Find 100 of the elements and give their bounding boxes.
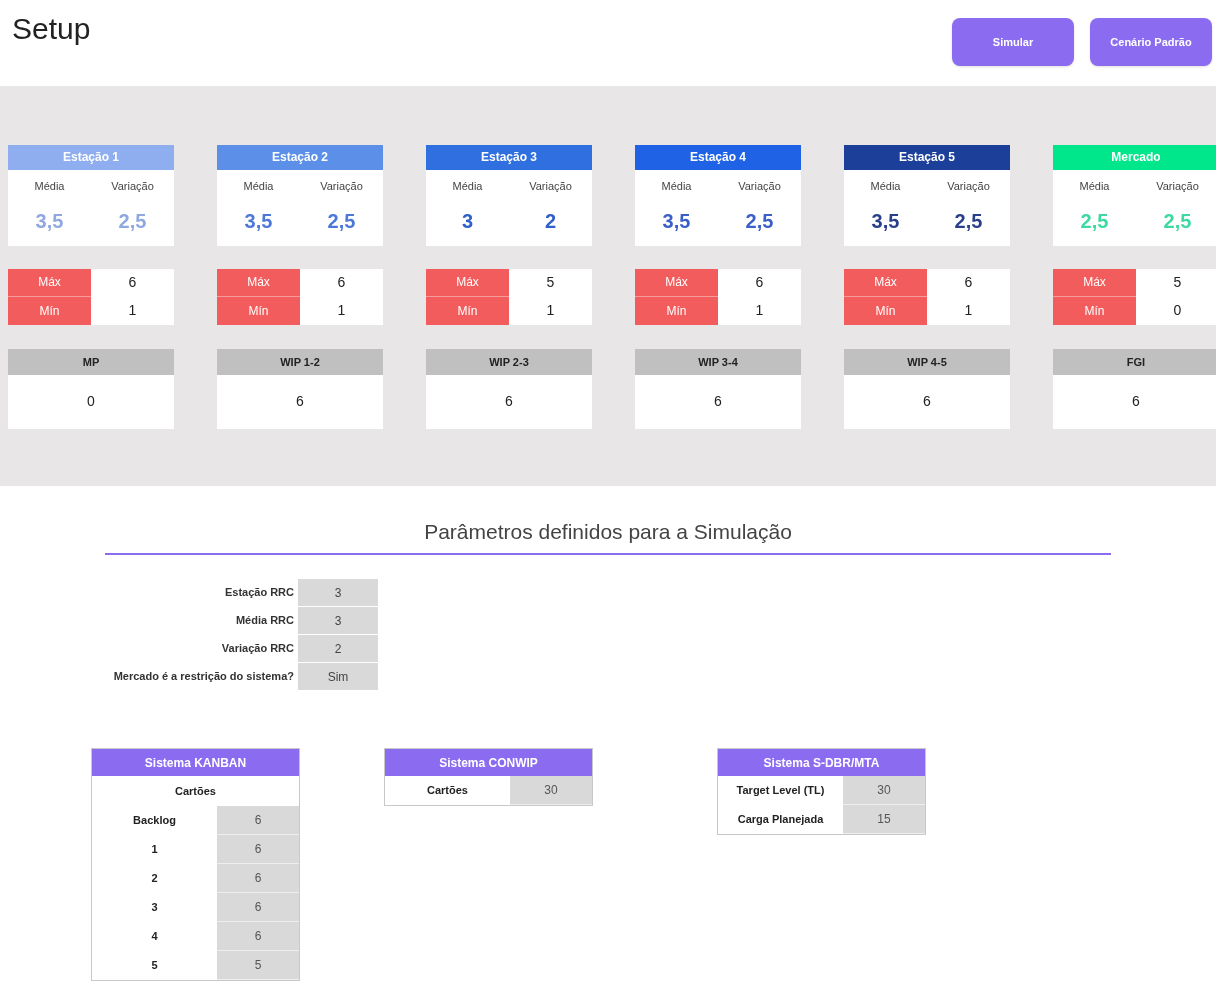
parameter-label: Estação RRC (223, 585, 295, 601)
system-header: Sistema KANBAN (92, 749, 299, 776)
stat-label: Variação (320, 178, 363, 194)
buffer-header: MP (8, 348, 174, 375)
buffer-value: 6 (426, 374, 592, 429)
stat-label: Variação (947, 178, 990, 194)
stat-value: 2,5 (118, 209, 147, 235)
parameter-label: Variação RRC (220, 641, 295, 657)
limit-label: Mín (8, 296, 91, 325)
stat-value: 2,5 (745, 209, 774, 235)
action-button[interactable]: Cenário Padrão (1090, 18, 1212, 66)
limit-value: 5 (1172, 273, 1183, 293)
limit-value: 1 (963, 301, 974, 321)
row-value: 15 (843, 805, 925, 834)
buffer-header: WIP 2-3 (426, 348, 592, 375)
limit-label: Máx (426, 268, 509, 297)
station-header: Mercado (1053, 144, 1216, 170)
limit-label: Máx (8, 268, 91, 297)
row-value: 6 (217, 922, 299, 951)
row-label: Cartões (426, 783, 469, 799)
limit-value: 6 (336, 273, 347, 293)
stat-value: 3,5 (244, 209, 273, 235)
stat-label: Média (1079, 178, 1110, 194)
system-header: Sistema CONWIP (385, 749, 592, 776)
limit-value: 1 (545, 301, 556, 321)
stat-value: 3,5 (871, 209, 900, 235)
row-value: 5 (217, 951, 299, 980)
limit-value: 6 (127, 273, 138, 293)
action-button[interactable]: Simular (952, 18, 1074, 66)
limit-label: Mín (426, 296, 509, 325)
station-header: Estação 4 (635, 144, 801, 170)
stat-value: 3,5 (35, 209, 64, 235)
limit-label: Máx (1053, 268, 1136, 297)
row-label: 3 (150, 900, 159, 916)
limit-label: Mín (217, 296, 300, 325)
stat-label: Variação (738, 178, 781, 194)
limit-value: 5 (545, 273, 556, 293)
stat-label: Média (34, 178, 65, 194)
buffer-value: 6 (635, 374, 801, 429)
row-label: Target Level (TL) (735, 783, 826, 799)
station-header: Estação 2 (217, 144, 383, 170)
limit-value: 0 (1172, 301, 1183, 321)
parameter-value: 3 (298, 579, 378, 606)
limit-label: Máx (635, 268, 718, 297)
stat-label: Variação (529, 178, 572, 194)
stat-value: 2,5 (954, 209, 983, 235)
buffer-header: FGI (1053, 348, 1216, 375)
row-label: 1 (150, 842, 159, 858)
limit-label: Máx (217, 268, 300, 297)
page-title: Setup (12, 11, 91, 47)
stat-value: 3 (461, 209, 474, 235)
limit-label: Mín (844, 296, 927, 325)
parameter-label: Mercado é a restrição do sistema? (112, 669, 295, 685)
station-header: Estação 1 (8, 144, 174, 170)
row-value: 30 (510, 776, 592, 805)
stat-label: Média (243, 178, 274, 194)
row-value: 6 (217, 835, 299, 864)
limit-label: Máx (844, 268, 927, 297)
buffer-value: 6 (844, 374, 1010, 429)
limit-label: Mín (635, 296, 718, 325)
row-label: 2 (150, 871, 159, 887)
parameter-label: Média RRC (234, 613, 295, 629)
stat-value: 3,5 (662, 209, 691, 235)
system-header: Sistema S-DBR/MTA (718, 749, 925, 776)
stat-value: 2,5 (1163, 209, 1192, 235)
stat-label: Média (870, 178, 901, 194)
row-value: 6 (217, 806, 299, 835)
buffer-header: WIP 3-4 (635, 348, 801, 375)
stat-value: 2,5 (327, 209, 356, 235)
buffer-value: 6 (1053, 374, 1216, 429)
row-value: 30 (843, 776, 925, 805)
buffer-value: 6 (217, 374, 383, 429)
limit-value: 6 (754, 273, 765, 293)
station-header: Estação 3 (426, 144, 592, 170)
buffer-header: WIP 4-5 (844, 348, 1010, 375)
stat-value: 2 (544, 209, 557, 235)
buffer-header: WIP 1-2 (217, 348, 383, 375)
parameter-value: 2 (298, 635, 378, 662)
limit-label: Mín (1053, 296, 1136, 325)
row-value: 6 (217, 893, 299, 922)
row-label: Carga Planejada (736, 812, 825, 828)
row-value: 6 (217, 864, 299, 893)
parameter-value: Sim (298, 663, 378, 690)
stat-label: Média (452, 178, 483, 194)
limit-value: 6 (963, 273, 974, 293)
row-label: 4 (150, 929, 159, 945)
stat-label: Variação (1156, 178, 1199, 194)
stat-label: Variação (111, 178, 154, 194)
parameter-value: 3 (298, 607, 378, 634)
limit-value: 1 (127, 301, 138, 321)
buffer-value: 0 (8, 374, 174, 429)
station-header: Estação 5 (844, 144, 1010, 170)
system-subtitle: Cartões (174, 783, 217, 799)
row-label: 5 (150, 958, 159, 974)
stat-value: 2,5 (1080, 209, 1109, 235)
limit-value: 1 (336, 301, 347, 321)
row-label: Backlog (132, 813, 177, 829)
limit-value: 1 (754, 301, 765, 321)
stat-label: Média (661, 178, 692, 194)
section-heading: Parâmetros definidos para a Simulação (424, 518, 792, 545)
